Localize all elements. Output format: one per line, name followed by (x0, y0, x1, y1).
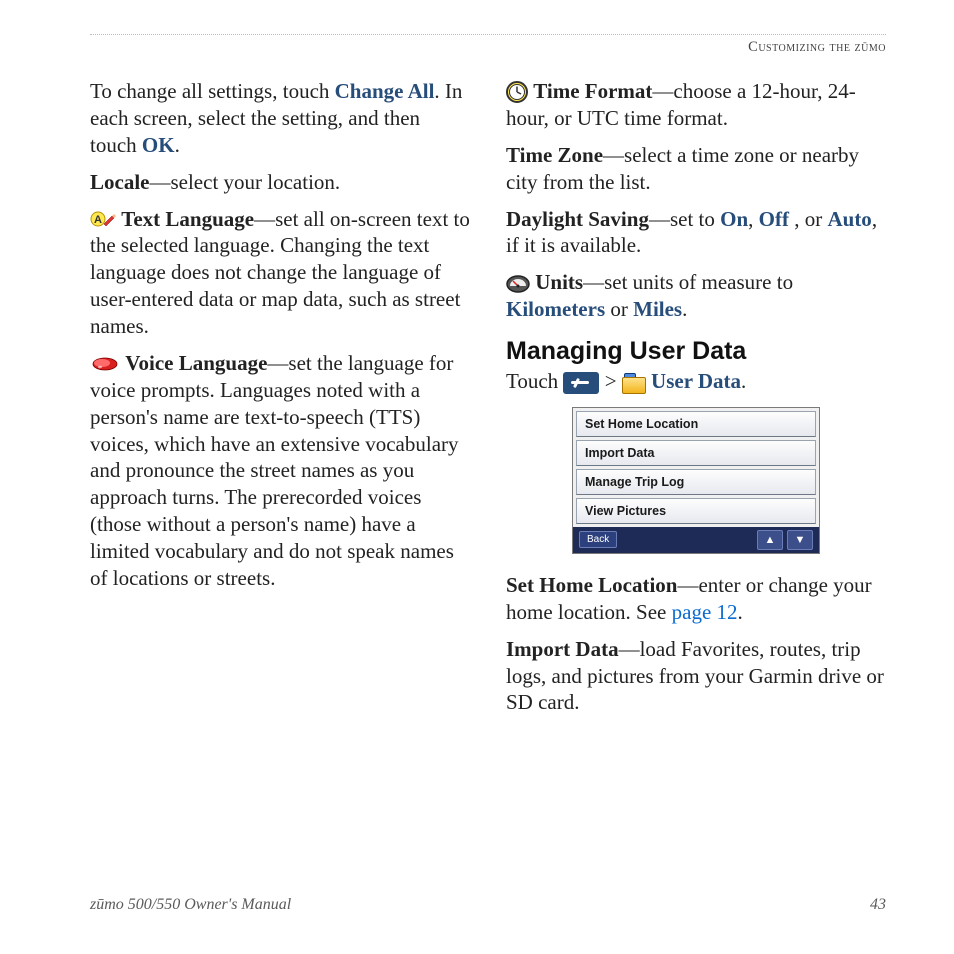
text: —set units of measure to (583, 270, 793, 294)
user-data-link: User Data (651, 369, 741, 393)
set-home-label: Set Home Location (506, 573, 677, 597)
device-screenshot: Set Home Location Import Data Manage Tri… (572, 407, 820, 554)
text: . (175, 133, 180, 157)
left-column: To change all settings, touch Change All… (90, 78, 470, 876)
time-format-paragraph: Time Format—choose a 12-hour, 24-hour, o… (506, 78, 886, 132)
up-arrow-icon: ▲ (757, 530, 783, 550)
text: , (748, 207, 759, 231)
text: . (738, 600, 743, 624)
units-km: Kilometers (506, 297, 605, 321)
locale-label: Locale (90, 170, 149, 194)
back-button: Back (579, 531, 617, 548)
footer: zūmo 500/550 Owner's Manual 43 (90, 896, 886, 914)
text: , or (789, 207, 828, 231)
units-label: Units (535, 270, 583, 294)
voice-language-icon (90, 354, 120, 374)
time-zone-label: Time Zone (506, 143, 603, 167)
content-columns: To change all settings, touch Change All… (90, 78, 886, 876)
device-nav-bar: Back ▲▼ (573, 527, 819, 553)
daylight-on: On (720, 207, 748, 231)
time-format-label: Time Format (533, 79, 652, 103)
svg-text:A: A (94, 214, 102, 226)
menu-item-set-home: Set Home Location (576, 411, 816, 437)
change-all-link: Change All (335, 79, 435, 103)
gauge-icon (506, 273, 530, 293)
import-data-label: Import Data (506, 637, 619, 661)
text: —set the language for voice prompts. Lan… (90, 351, 459, 590)
text: —select your location. (149, 170, 340, 194)
menu-item-import-data: Import Data (576, 440, 816, 466)
daylight-auto: Auto (827, 207, 871, 231)
folder-icon (622, 373, 646, 393)
locale-paragraph: Locale—select your location. (90, 169, 470, 196)
voice-language-label: Voice Language (125, 351, 267, 375)
text: —set to (649, 207, 720, 231)
header-title: Customizing the zūmo (90, 39, 886, 56)
daylight-paragraph: Daylight Saving—set to On, Off , or Auto… (506, 206, 886, 260)
footer-title: zūmo 500/550 Owner's Manual (90, 896, 291, 914)
header-divider (90, 34, 886, 35)
section-heading: Managing User Data (506, 337, 886, 366)
time-zone-paragraph: Time Zone—select a time zone or nearby c… (506, 142, 886, 196)
text: or (605, 297, 633, 321)
page-12-link[interactable]: page 12 (672, 600, 738, 624)
menu-item-view-pictures: View Pictures (576, 498, 816, 524)
units-paragraph: Units—set units of measure to Kilometers… (506, 269, 886, 323)
text: . (682, 297, 687, 321)
touch-instruction: Touch > User Data. (506, 368, 886, 395)
text-language-label: Text Language (121, 207, 254, 231)
text-language-icon: A (90, 210, 116, 230)
text: . (741, 369, 746, 393)
wrench-icon (563, 372, 599, 394)
nav-arrows: ▲▼ (753, 530, 813, 550)
right-column: Time Format—choose a 12-hour, 24-hour, o… (506, 78, 886, 876)
ok-link: OK (142, 133, 175, 157)
voice-language-paragraph: Voice Language—set the language for voic… (90, 350, 470, 592)
daylight-off: Off (759, 207, 789, 231)
text-language-paragraph: A Text Language—set all on-screen text t… (90, 206, 470, 340)
daylight-label: Daylight Saving (506, 207, 649, 231)
menu-item-manage-trip-log: Manage Trip Log (576, 469, 816, 495)
intro-paragraph: To change all settings, touch Change All… (90, 78, 470, 159)
clock-icon (506, 81, 528, 103)
set-home-paragraph: Set Home Location—enter or change your h… (506, 572, 886, 626)
units-mi: Miles (633, 297, 682, 321)
page-number: 43 (870, 896, 886, 914)
text: > (605, 369, 617, 393)
import-data-paragraph: Import Data—load Favorites, routes, trip… (506, 636, 886, 717)
text: To change all settings, touch (90, 79, 335, 103)
text: Touch (506, 369, 563, 393)
down-arrow-icon: ▼ (787, 530, 813, 550)
